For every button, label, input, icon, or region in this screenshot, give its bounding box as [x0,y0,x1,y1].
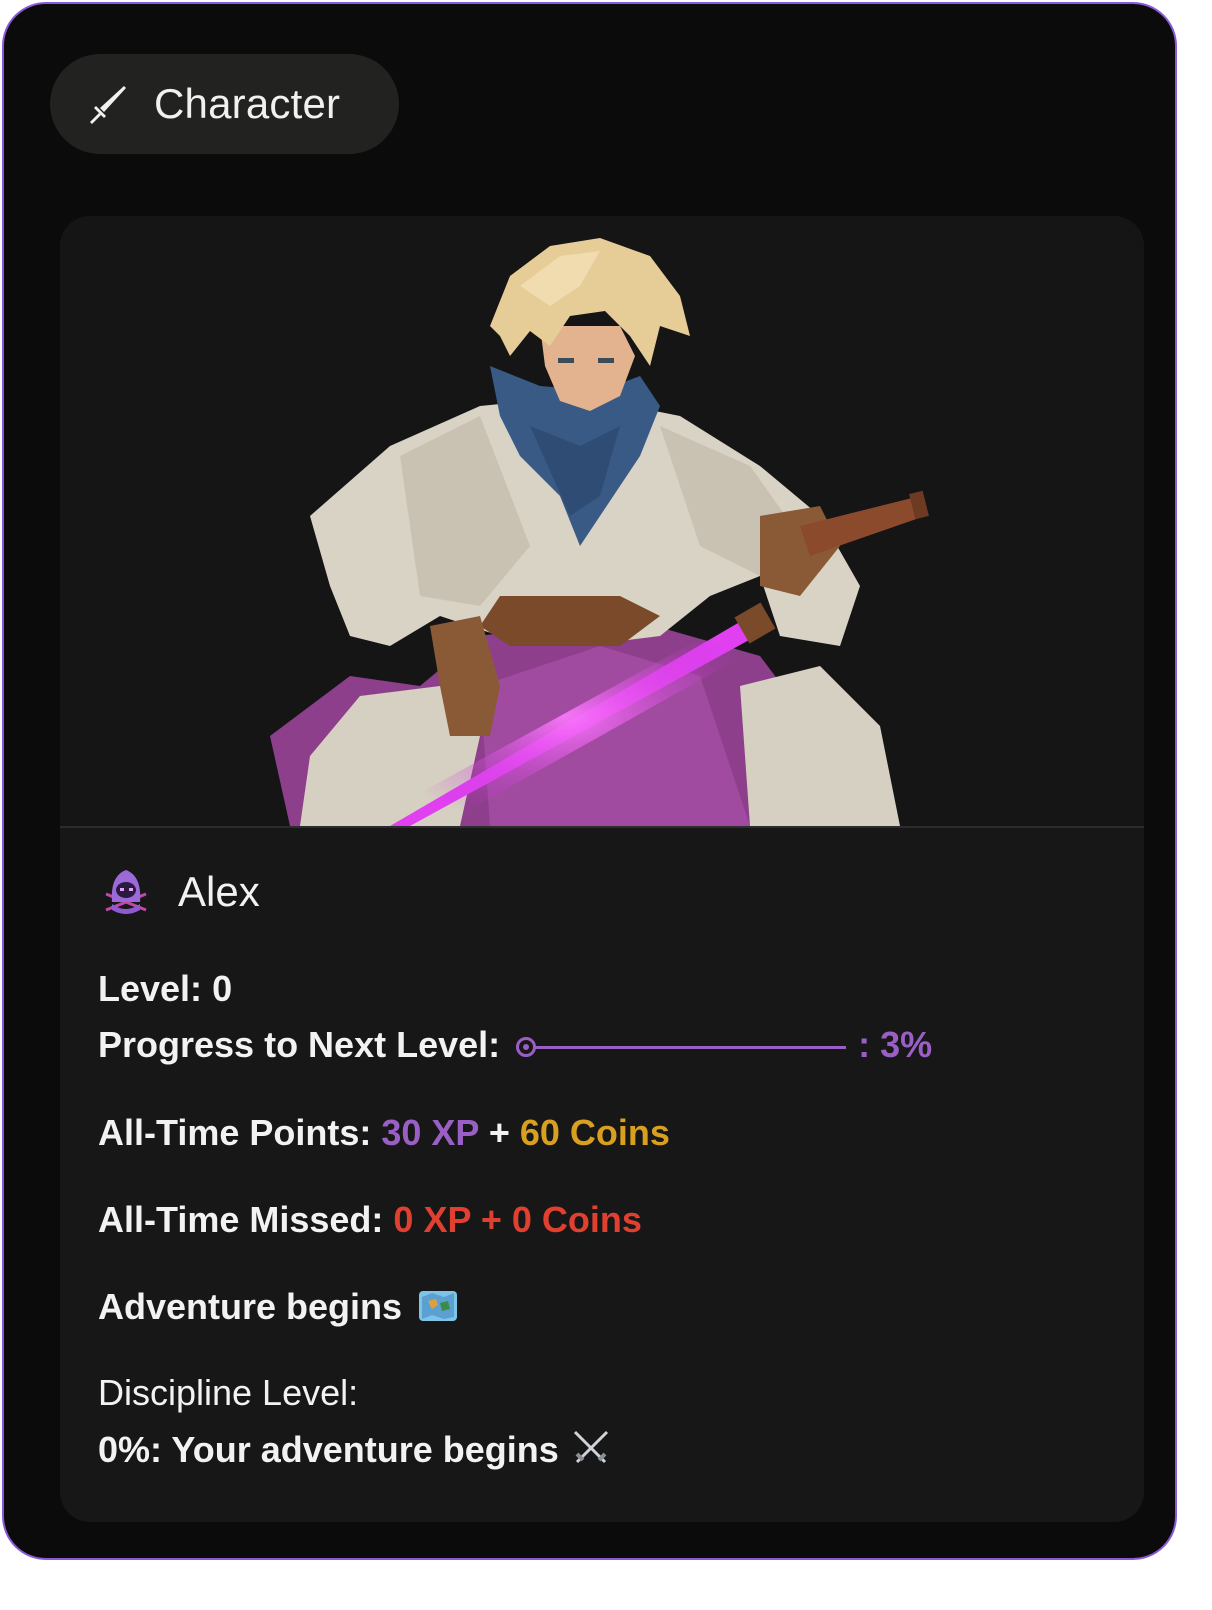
progress-label: Progress to Next Level: [98,1024,501,1065]
points-xp: 30 XP [381,1112,479,1153]
progress-line: Progress to Next Level: : 3% [98,1024,932,1066]
progress-track [534,1046,847,1050]
missed-label: All-Time Missed: [98,1199,384,1240]
all-time-points-line: All-Time Points: 30 XP + 60 Coins [98,1112,670,1154]
portrait-divider [60,826,1144,828]
sword-icon [90,86,126,124]
character-tab-label: Character [154,80,341,127]
character-name-row: Alex [98,864,260,920]
points-coins: 60 Coins [519,1112,670,1153]
progress-bar [516,1037,847,1058]
discipline-value: 0%: Your adventure begins [98,1429,559,1470]
hooded-ninja-icon [105,870,147,914]
character-panel: Character Alex Level: 0 Progress to Next… [2,2,1177,1560]
character-portrait [60,216,1144,826]
level-line: Level: 0 [98,968,232,1010]
map-icon [419,1291,458,1321]
adventure-line: Adventure begins [98,1286,458,1328]
points-label: All-Time Points: [98,1112,372,1153]
character-name: Alex [178,868,260,915]
character-card: Alex Level: 0 Progress to Next Level: : … [60,216,1144,1522]
progress-percent: : 3% [858,1024,933,1065]
crossed-swords-icon [573,1430,608,1464]
level-label: Level: [98,968,203,1009]
character-tab[interactable]: Character [50,54,399,154]
all-time-missed-line: All-Time Missed: 0 XP + 0 Coins [98,1199,642,1241]
discipline-value-line: 0%: Your adventure begins [98,1428,611,1471]
discipline-label: Discipline Level: [98,1372,359,1413]
missed-value: 0 XP + 0 Coins [393,1199,642,1240]
adventure-text: Adventure begins [98,1286,403,1327]
progress-knob [516,1037,537,1058]
level-value: 0 [212,968,233,1009]
points-plus: + [488,1112,510,1153]
